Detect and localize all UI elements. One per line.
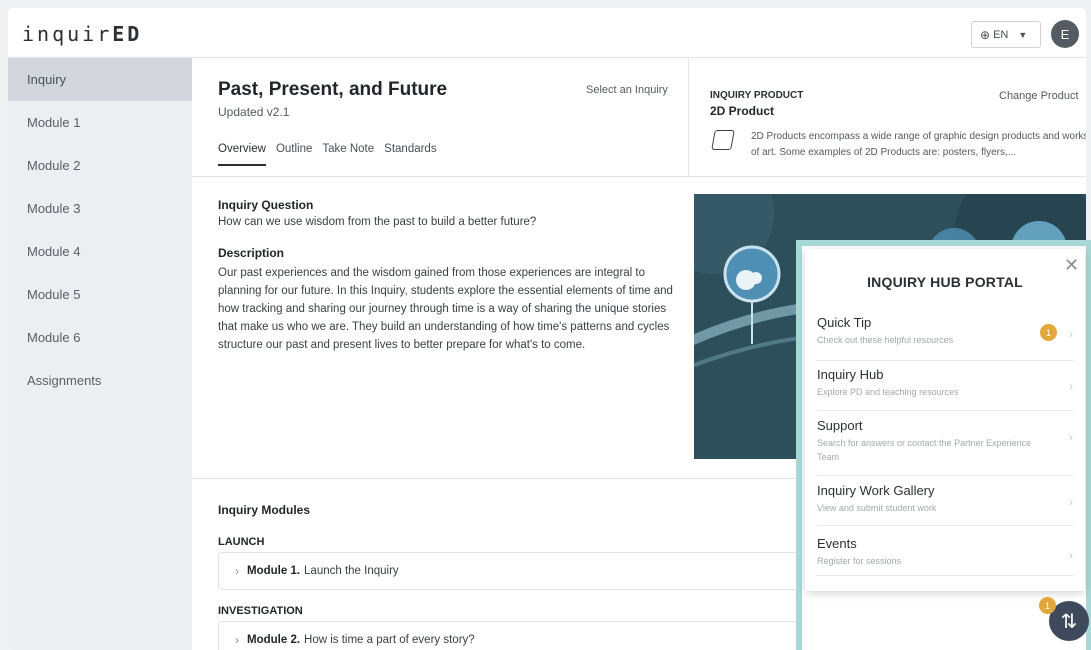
chevron-right-icon: › — [1069, 430, 1073, 444]
chevron-right-icon: › — [235, 564, 239, 578]
tab-standards[interactable]: Standards — [384, 143, 436, 166]
portal-item-title: Inquiry Hub — [817, 367, 884, 382]
signpost-icon: ⇅ — [1060, 610, 1078, 633]
sidebar-item-module-4[interactable]: Module 4 — [8, 230, 192, 273]
inquiry-question-heading: Inquiry Question — [218, 198, 314, 212]
portal-item-title: Events — [817, 536, 857, 551]
close-icon[interactable]: ✕ — [1064, 255, 1079, 276]
portal-item-title: Quick Tip — [817, 315, 872, 330]
description-heading: Description — [218, 246, 285, 260]
stage-label-investigation: INVESTIGATION — [218, 605, 303, 617]
description-text: Our past experiences and the wisdom gain… — [218, 267, 673, 351]
stage-label-launch: LAUNCH — [218, 536, 265, 548]
module-row-1[interactable]: › Module 1. Launch the Inquiry — [218, 552, 818, 590]
user-avatar[interactable]: E — [1051, 20, 1079, 48]
portal-item-subtitle: Check out these helpful resources — [817, 335, 954, 345]
tab-take-note[interactable]: Take Note — [322, 143, 374, 166]
inquired-logo[interactable]: inquirED — [22, 22, 142, 46]
sidebar-item-module-2[interactable]: Module 2 — [8, 144, 192, 187]
sidebar-item-assignments[interactable]: Assignments — [8, 359, 192, 402]
portal-item-title: Support — [817, 418, 863, 433]
sidebar-item-inquiry[interactable]: Inquiry — [8, 58, 192, 101]
chevron-right-icon: › — [1069, 495, 1073, 509]
portal-item-support[interactable]: Support Search for answers or contact th… — [817, 418, 1073, 476]
product-description: 2D Products encompass a wide range of gr… — [751, 131, 1086, 158]
sidebar-item-module-5[interactable]: Module 5 — [8, 273, 192, 316]
portal-item-subtitle: Register for sessions — [817, 556, 902, 566]
portal-item-subtitle: Search for answers or contact the Partne… — [817, 438, 1032, 462]
module-title: Launch the Inquiry — [304, 565, 399, 577]
sidebar-item-module-6[interactable]: Module 6 — [8, 316, 192, 359]
chevron-right-icon: › — [1069, 379, 1073, 393]
portal-item-quick-tip[interactable]: Quick Tip Check out these helpful resour… — [817, 315, 1073, 361]
product-2d-icon — [711, 130, 735, 150]
language-label: EN — [993, 28, 1009, 41]
product-label: INQUIRY PRODUCT — [710, 90, 804, 101]
sidebar-item-module-3[interactable]: Module 3 — [8, 187, 192, 230]
inquiry-question-text: How can we use wisdom from the past to b… — [218, 216, 537, 228]
portal-item-title: Inquiry Work Gallery — [817, 483, 935, 498]
portal-item-subtitle: Explore PD and teaching resources — [817, 387, 959, 397]
sidebar-item-module-1[interactable]: Module 1 — [8, 101, 192, 144]
notification-badge: 1 — [1040, 324, 1057, 341]
portal-item-inquiry-hub[interactable]: Inquiry Hub Explore PD and teaching reso… — [817, 367, 1073, 411]
inquiry-hub-portal: INQUIRY HUB PORTAL ✕ Quick Tip Check out… — [805, 249, 1085, 591]
sidebar: Inquiry Module 1 Module 2 Module 3 Modul… — [8, 58, 192, 650]
inquiry-modules-heading: Inquiry Modules — [218, 503, 311, 517]
portal-item-subtitle: View and submit student work — [817, 503, 937, 513]
portal-title: INQUIRY HUB PORTAL — [867, 274, 1023, 290]
version-label: Updated v2.1 — [218, 105, 290, 119]
module-title: How is time a part of every story? — [304, 634, 475, 646]
section-divider — [192, 176, 1086, 177]
chevron-right-icon: › — [1069, 548, 1073, 562]
caret-down-icon: ▼ — [1018, 29, 1028, 40]
tab-outline[interactable]: Outline — [276, 143, 312, 166]
chevron-right-icon: › — [235, 633, 239, 647]
module-row-2[interactable]: › Module 2. How is time a part of every … — [218, 621, 818, 650]
language-selector[interactable]: ⊕ EN ▼ — [971, 21, 1041, 48]
portal-item-events[interactable]: Events Register for sessions › — [817, 536, 1073, 576]
header-divider — [688, 58, 689, 176]
chevron-right-icon: › — [1069, 327, 1073, 341]
fab-notification-badge: 1 — [1039, 597, 1056, 614]
product-name: 2D Product — [710, 104, 775, 118]
top-bar: inquirED ⊕ EN ▼ E — [8, 8, 1086, 58]
page-title: Past, Present, and Future — [218, 79, 448, 100]
change-product-link[interactable]: Change Product — [999, 90, 1079, 102]
select-inquiry-link[interactable]: Select an Inquiry — [586, 84, 668, 96]
portal-item-work-gallery[interactable]: Inquiry Work Gallery View and submit stu… — [817, 483, 1073, 526]
module-number: Module 1. — [247, 565, 301, 577]
tab-bar: Overview Outline Take Note Standards — [218, 143, 437, 166]
globe-icon: ⊕ — [980, 27, 991, 42]
tab-overview[interactable]: Overview — [218, 143, 266, 166]
module-number: Module 2. — [247, 634, 301, 646]
